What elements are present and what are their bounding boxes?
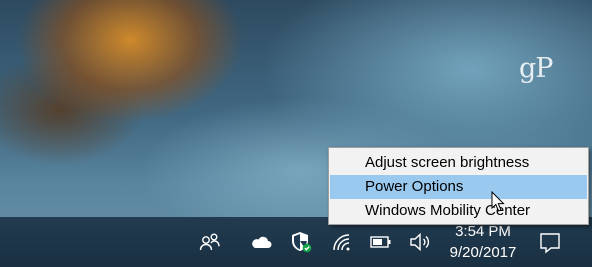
watermark-logo: gP: [519, 53, 553, 84]
menu-item-power-options[interactable]: Power Options: [330, 175, 587, 199]
taskbar-clock[interactable]: 3:54 PM 9/20/2017: [440, 221, 526, 263]
battery-context-menu: Adjust screen brightness Power Options W…: [328, 147, 589, 225]
windows-defender-shield-icon[interactable]: [289, 230, 313, 254]
menu-item-adjust-brightness[interactable]: Adjust screen brightness: [330, 151, 587, 175]
menu-item-mobility-center[interactable]: Windows Mobility Center: [330, 199, 587, 223]
volume-icon[interactable]: [408, 230, 432, 254]
notification-icon[interactable]: [538, 231, 562, 255]
mouse-pointer-icon: [491, 190, 505, 213]
onedrive-cloud-icon[interactable]: [249, 230, 273, 254]
battery-icon[interactable]: [369, 230, 393, 254]
wifi-icon[interactable]: [329, 230, 353, 254]
clock-date: 9/20/2017: [449, 244, 517, 261]
people-icon[interactable]: [198, 230, 222, 254]
